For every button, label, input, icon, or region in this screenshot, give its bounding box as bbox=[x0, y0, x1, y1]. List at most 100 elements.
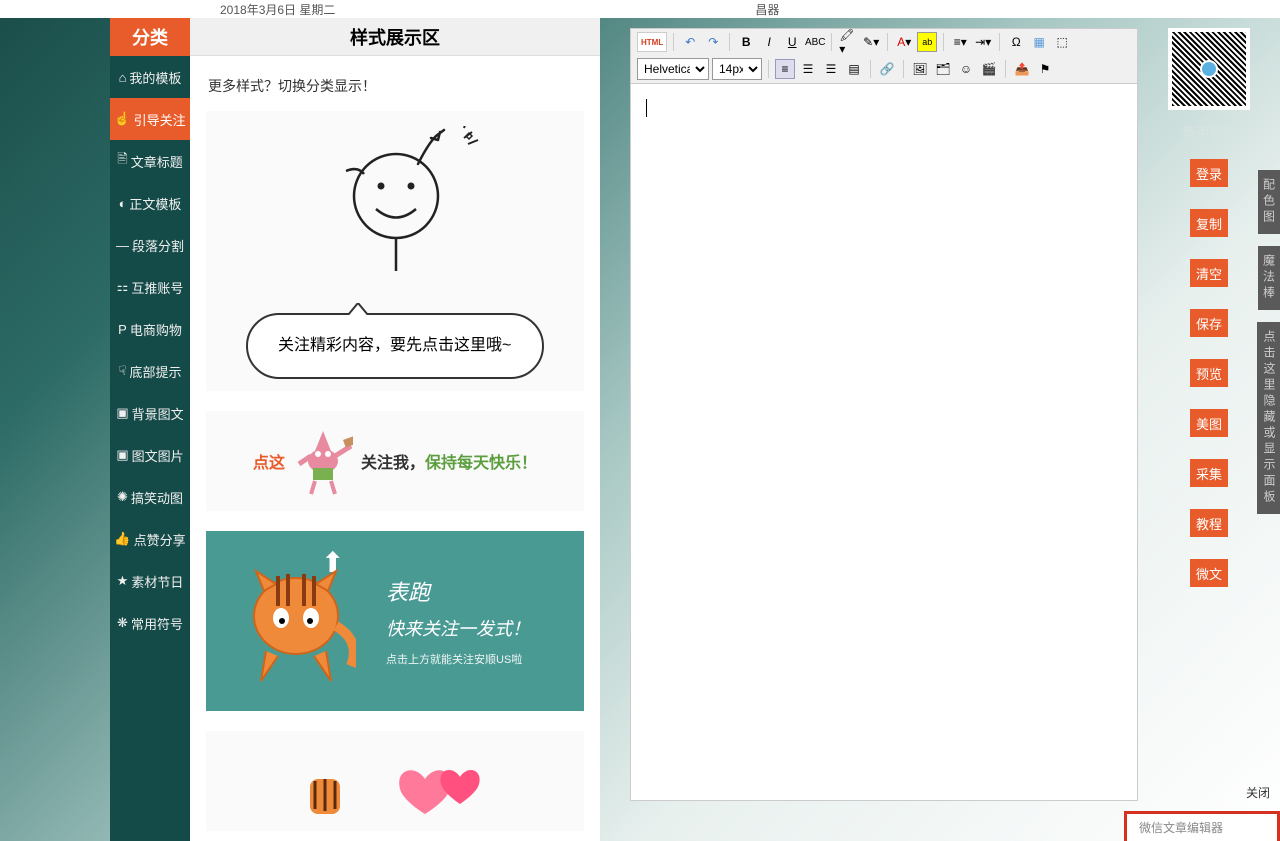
fontsize-select[interactable]: 14px bbox=[712, 58, 762, 80]
t3-title: 表跑 bbox=[386, 575, 554, 607]
flag-button[interactable]: ⚑ bbox=[1035, 59, 1055, 79]
align-left-button[interactable]: ≡ bbox=[775, 59, 795, 79]
special-char-button[interactable]: Ω bbox=[1006, 32, 1026, 52]
editor-content-area[interactable] bbox=[631, 84, 1137, 800]
t2-text-a: 点这 bbox=[253, 449, 285, 473]
template-patrick[interactable]: 点这 关注我， 保持每天快乐！ bbox=[206, 411, 584, 511]
sidebar-item-12[interactable]: ★素材节日 bbox=[110, 560, 190, 602]
align-right-button[interactable]: ☰ bbox=[821, 59, 841, 79]
sidebar-label-2: 文章标题 bbox=[131, 152, 183, 171]
sidebar-label-11: 点赞分享 bbox=[134, 530, 186, 549]
sidebar-label-5: 互推账号 bbox=[131, 278, 183, 297]
sidebar-item-6[interactable]: P电商购物 bbox=[110, 308, 190, 350]
sidebar-label-7: 底部提示 bbox=[129, 362, 181, 381]
sidebar-item-4[interactable]: —段落分割 bbox=[110, 224, 190, 266]
bold-button[interactable]: B bbox=[736, 32, 756, 52]
video-button[interactable]: 🎬 bbox=[979, 59, 999, 79]
sidebar-label-4: 段落分割 bbox=[132, 236, 184, 255]
background-color-button[interactable]: 🖍▾ bbox=[838, 32, 858, 52]
action-button-清空[interactable]: 清空 bbox=[1190, 259, 1228, 287]
sidebar-icon-3: ◐ bbox=[119, 196, 127, 211]
upload-button[interactable]: 📤 bbox=[1012, 59, 1032, 79]
sidebar-label-9: 图文图片 bbox=[132, 446, 184, 465]
insert-button[interactable]: ⬚ bbox=[1052, 32, 1072, 52]
font-color-button[interactable]: A▾ bbox=[894, 32, 914, 52]
sidebar-item-5[interactable]: ⚏互推账号 bbox=[110, 266, 190, 308]
emoji-button[interactable]: ☺ bbox=[956, 59, 976, 79]
sidebar-item-9[interactable]: ▣图文图片 bbox=[110, 434, 190, 476]
sidebar-label-3: 正文模板 bbox=[129, 194, 181, 213]
link-button[interactable]: 🔗 bbox=[877, 59, 897, 79]
template-stickfigure[interactable]: 关注精彩内容，要先点击这里哦~ bbox=[206, 111, 584, 391]
highlight-button[interactable]: ab bbox=[917, 32, 937, 52]
sidebar-item-1[interactable]: ☝引导关注 bbox=[110, 98, 190, 140]
sidebar-item-10[interactable]: ✺搞笑动图 bbox=[110, 476, 190, 518]
sidebar-label-13: 常用符号 bbox=[131, 614, 183, 633]
multi-image-button[interactable]: 🗂 bbox=[933, 59, 953, 79]
magic-wand-toggle[interactable]: 魔法棒 bbox=[1258, 246, 1280, 310]
align-center-button[interactable]: ☰ bbox=[798, 59, 818, 79]
sidebar-icon-12: ★ bbox=[117, 573, 129, 589]
style-subtitle: 更多样式？切换分类显示！ bbox=[190, 56, 600, 111]
underline-button[interactable]: U bbox=[782, 32, 802, 52]
qr-code[interactable] bbox=[1168, 28, 1250, 110]
strikethrough-button[interactable]: ABC bbox=[805, 32, 825, 52]
line-height-button[interactable]: ≡▾ bbox=[950, 32, 970, 52]
italic-button[interactable]: I bbox=[759, 32, 779, 52]
sidebar-icon-0: ⌂ bbox=[119, 70, 127, 85]
action-button-美图[interactable]: 美图 bbox=[1190, 409, 1228, 437]
sidebar-item-7[interactable]: ☟底部提示 bbox=[110, 350, 190, 392]
guide-link[interactable]: 新手导航 bbox=[1183, 122, 1235, 141]
text-cursor bbox=[646, 99, 647, 117]
editor-panel: HTML ↶ ↷ B I U ABC 🖍▾ ✎▾ A▾ ab ≡▾ ⇥▾ Ω bbox=[630, 28, 1138, 801]
align-justify-button[interactable]: ▤ bbox=[844, 59, 864, 79]
html-source-button[interactable]: HTML bbox=[637, 32, 667, 52]
date-label: 2018年3月6日 星期二 bbox=[220, 1, 335, 18]
sidebar-icon-2: 🖹 bbox=[117, 150, 127, 172]
sidebar-item-11[interactable]: 👍点赞分享 bbox=[110, 518, 190, 560]
color-palette-toggle[interactable]: 配色图 bbox=[1258, 170, 1280, 234]
sidebar-icon-1: ☝ bbox=[114, 111, 130, 127]
category-sidebar: 分类 ⌂我的模板☝引导关注🖹文章标题◐正文模板—段落分割⚏互推账号P电商购物☟底… bbox=[110, 18, 190, 841]
format-brush-button[interactable]: ✎▾ bbox=[861, 32, 881, 52]
sidebar-label-6: 电商购物 bbox=[130, 320, 182, 339]
sidebar-icon-4: — bbox=[116, 238, 129, 253]
close-hint[interactable]: 关闭 bbox=[1246, 784, 1270, 801]
font-select[interactable]: Helvetica N bbox=[637, 58, 709, 80]
tiger-icon bbox=[295, 769, 355, 819]
sidebar-item-0[interactable]: ⌂我的模板 bbox=[110, 56, 190, 98]
template-cat[interactable]: ⬆ 表跑 快来关注一发式！ 点击上 bbox=[206, 531, 584, 711]
indent-button[interactable]: ⇥▾ bbox=[973, 32, 993, 52]
sidebar-label-10: 搞笑动图 bbox=[131, 488, 183, 507]
sidebar-item-2[interactable]: 🖹文章标题 bbox=[110, 140, 190, 182]
sidebar-label-0: 我的模板 bbox=[129, 68, 181, 87]
patrick-icon bbox=[293, 426, 353, 496]
redo-button[interactable]: ↷ bbox=[703, 32, 723, 52]
action-button-预览[interactable]: 预览 bbox=[1190, 359, 1228, 387]
hearts-icon bbox=[395, 759, 495, 819]
action-button-登录[interactable]: 登录 bbox=[1190, 159, 1228, 187]
panel-toggle[interactable]: 点击这里隐藏或显示面板 bbox=[1257, 322, 1280, 514]
sidebar-icon-7: ☟ bbox=[119, 363, 127, 379]
sidebar-item-8[interactable]: ▣背景图文 bbox=[110, 392, 190, 434]
sidebar-icon-5: ⚏ bbox=[117, 279, 129, 295]
bottom-app-label: 微信文章编辑器 bbox=[1124, 811, 1280, 841]
sidebar-item-3[interactable]: ◐正文模板 bbox=[110, 182, 190, 224]
stickfigure-icon bbox=[316, 126, 496, 286]
speech-bubble: 关注精彩内容，要先点击这里哦~ bbox=[246, 313, 544, 379]
table-button[interactable]: ▦ bbox=[1029, 32, 1049, 52]
action-button-复制[interactable]: 复制 bbox=[1190, 209, 1228, 237]
template-hearts[interactable] bbox=[206, 731, 584, 831]
action-button-采集[interactable]: 采集 bbox=[1190, 459, 1228, 487]
action-button-教程[interactable]: 教程 bbox=[1190, 509, 1228, 537]
sidebar-item-13[interactable]: ❋常用符号 bbox=[110, 602, 190, 644]
sidebar-label-8: 背景图文 bbox=[132, 404, 184, 423]
sidebar-label-1: 引导关注 bbox=[134, 110, 186, 129]
action-button-保存[interactable]: 保存 bbox=[1190, 309, 1228, 337]
sidebar-icon-11: 👍 bbox=[114, 531, 130, 547]
t2-text-c: 保持每天快乐！ bbox=[425, 449, 537, 473]
action-button-微文[interactable]: 微文 bbox=[1190, 559, 1228, 587]
image-button[interactable]: 🖼 bbox=[910, 59, 930, 79]
undo-button[interactable]: ↶ bbox=[680, 32, 700, 52]
t2-text-b: 关注我， bbox=[361, 449, 425, 473]
